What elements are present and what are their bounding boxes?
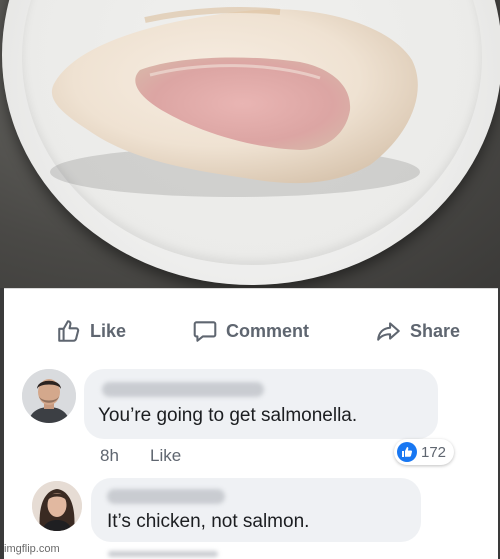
comment-bubble: It’s chicken, not salmon. xyxy=(91,478,421,542)
share-button[interactable]: Share xyxy=(376,316,460,346)
comment-label: Comment xyxy=(226,320,310,341)
reaction-count-badge[interactable]: 172 xyxy=(394,439,455,465)
avatar[interactable] xyxy=(32,481,82,531)
commenter-name-redacted xyxy=(102,382,264,397)
profile-photo-man xyxy=(22,369,76,423)
post-card: Like Comment Share You’re going to get s xyxy=(4,288,498,559)
comment-button[interactable]: Comment xyxy=(192,316,309,346)
like-label: Like xyxy=(90,320,127,341)
profile-photo-woman xyxy=(32,481,82,531)
avatar[interactable] xyxy=(22,369,76,423)
share-label: Share xyxy=(410,320,461,341)
like-button[interactable]: Like xyxy=(56,316,126,346)
watermark: imgflip.com xyxy=(4,543,60,555)
thumbs-up-icon xyxy=(58,320,80,342)
comment-like-link[interactable]: Like xyxy=(150,446,181,466)
post-action-bar: Like Comment Share xyxy=(4,289,498,367)
post-photo[interactable] xyxy=(0,0,500,288)
share-arrow-icon xyxy=(377,322,400,341)
comment-timestamp: 8h xyxy=(100,446,119,465)
reaction-count: 172 xyxy=(421,443,447,461)
like-reaction-icon xyxy=(397,442,417,462)
comment-text: You’re going to get salmonella. xyxy=(98,405,358,426)
chicken-breast-image xyxy=(50,7,420,197)
commenter-name-redacted xyxy=(107,489,225,504)
comment-icon xyxy=(193,321,217,342)
comment-bubble: You’re going to get salmonella. xyxy=(84,369,438,439)
comment-text: It’s chicken, not salmon. xyxy=(107,511,310,532)
redacted-meta-row xyxy=(108,551,218,557)
